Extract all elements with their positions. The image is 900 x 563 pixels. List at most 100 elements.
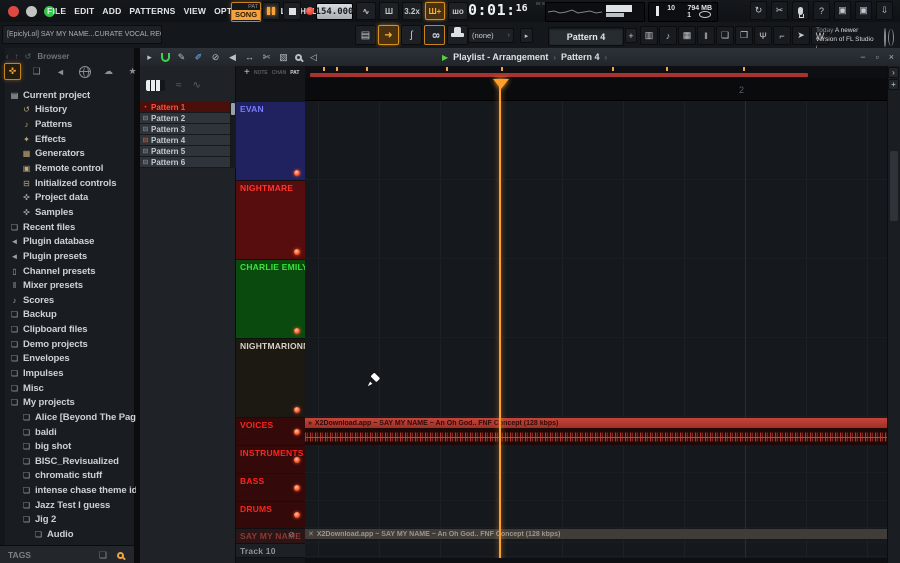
mute-tool-icon[interactable]: ◀ [227, 52, 238, 63]
piano-roll-icon[interactable]: ♪ [659, 26, 677, 45]
magnet-snap-icon[interactable] [161, 52, 170, 62]
tab-sounds[interactable]: ◄ [52, 63, 69, 80]
menu-item[interactable]: FILE [47, 6, 66, 16]
track-status-dot[interactable] [294, 512, 300, 518]
browser-item[interactable]: ❏ Demo projects [5, 337, 136, 352]
delete-tool-icon[interactable]: ⊘ [210, 52, 221, 63]
cpu-panel[interactable]: 10 794 MB 1 [648, 2, 718, 22]
playlist-track-header[interactable]: EVAN [236, 102, 305, 181]
browser-item[interactable]: ❏ intense chase theme idk [5, 483, 136, 498]
wait-input-icon[interactable]: Ш [379, 2, 399, 20]
paint-tool-icon[interactable]: ✐ [193, 52, 204, 63]
playlist-grid[interactable] [305, 101, 887, 558]
track-status-dot[interactable] [294, 484, 300, 491]
playlist-title[interactable]: Playlist - Arrangement [453, 52, 548, 62]
playlist-lane[interactable] [305, 180, 887, 259]
track-muted-icon[interactable]: ⊘ [288, 530, 295, 539]
pause-button[interactable] [262, 2, 280, 20]
playlist-canvas[interactable]: 2 » X2Download.app ~ SAY MY NAME ~ An Oh… [305, 66, 887, 563]
browser-item[interactable]: ❏ Misc [5, 381, 136, 396]
snap-menu-button[interactable]: ▸ [520, 28, 533, 43]
help-button[interactable]: ? [813, 1, 830, 20]
browser-item[interactable]: ❏ baldi [5, 425, 136, 440]
search-icon[interactable] [117, 551, 124, 559]
folder-icon[interactable]: ❏ [99, 550, 107, 561]
audio-clip-header[interactable]: » X2Download.app ~ SAY MY NAME ~ An Oh G… [305, 418, 887, 428]
tab-plugins[interactable]: ✜ [4, 63, 21, 80]
pat-song-toggle[interactable]: PAT SONG [231, 2, 261, 22]
browser-item[interactable]: ▯ Channel presets [5, 264, 136, 279]
tab-online[interactable] [76, 63, 93, 80]
song-label[interactable]: SONG [232, 10, 260, 20]
scroll-right-button[interactable]: › [888, 67, 899, 78]
audio-mode-icon[interactable]: ≈ [176, 80, 182, 91]
browser-item[interactable]: ♪ Patterns [5, 117, 136, 132]
track-status-dot[interactable] [294, 328, 300, 334]
playlist-lane[interactable] [305, 501, 887, 528]
save-as-button[interactable]: ▣ [855, 1, 872, 20]
browser-item[interactable]: ❏ Recent files [5, 220, 136, 235]
step-sequencer-button[interactable]: ▤ [355, 25, 376, 45]
playlist-track-header[interactable]: NIGHTMARE [236, 181, 305, 260]
mini-tab-note[interactable]: NOTE [254, 70, 268, 76]
playlist-track-header[interactable]: DRUMS ··· [236, 502, 305, 529]
browser-item[interactable]: ▣ Remote control [5, 161, 136, 176]
playlist-track-header[interactable]: VOICES ··· [236, 418, 305, 446]
playlist-track-header[interactable]: BASS ··· [236, 474, 305, 502]
channel-rack-icon[interactable]: ▦ [678, 26, 696, 45]
browser-item[interactable]: ❏ Envelopes [5, 352, 136, 367]
arrow-tool-button[interactable]: ➜ [378, 25, 399, 45]
playlist-lane[interactable] [305, 259, 887, 338]
browser-item[interactable]: ❏ Jazz Test I guess [5, 498, 136, 513]
playlist-lane[interactable] [305, 473, 887, 501]
browser-item[interactable]: ❏ Jig 2 [5, 513, 136, 528]
globe-icon[interactable] [884, 28, 886, 47]
audio-clip-waveform-area[interactable] [305, 428, 887, 445]
zoom-add-button[interactable]: + [888, 79, 899, 90]
mini-tab-pat[interactable]: PAT [290, 70, 299, 76]
tab-cloud[interactable]: ☁ [100, 63, 117, 80]
performance-mode-icon[interactable]: ⌐ [773, 26, 791, 45]
browser-item[interactable]: ▤ Current project [5, 88, 136, 103]
playlist-track-header[interactable]: NIGHTMARIONNE [236, 339, 315, 418]
zoom-tool-icon[interactable] [295, 53, 302, 61]
playlist-title-bar[interactable]: ▸ ✎ ✐ ⊘ ◀ ↔ ✄ ▧ ◁ ▶ Playlist - Arrangeme… [140, 48, 900, 67]
browser-item[interactable]: ❏ Clipboard files [5, 322, 136, 337]
metronome-icon[interactable]: ∿ [356, 2, 376, 20]
browser-item[interactable]: ♪ Scores [5, 293, 136, 308]
toolbox-icon[interactable]: ▥ [640, 26, 658, 45]
plugin-picker-icon[interactable]: Ψ [754, 26, 772, 45]
playback-tool-icon[interactable]: ◁ [308, 52, 319, 63]
sync-button[interactable]: ↻ [750, 1, 767, 20]
vertical-scroll-thumb[interactable] [890, 151, 898, 221]
pattern-row[interactable]: ⊟ Pattern 4 [140, 135, 230, 146]
track-status-dot[interactable] [294, 407, 300, 413]
browser-item[interactable]: ❏ Audio [5, 527, 136, 542]
browser-item[interactable]: ◄ Plugin presets [5, 249, 136, 264]
playlist-lane[interactable] [305, 101, 887, 180]
pattern-row[interactable]: • Pattern 1 [140, 102, 230, 113]
muted-clip-header[interactable]: ✕ X2Download.app ~ SAY MY NAME ~ An Oh G… [305, 529, 887, 539]
update-notification[interactable]: Today A newer version of FL Studio i... [816, 26, 882, 52]
muted-audio-clip[interactable]: ✕ X2Download.app ~ SAY MY NAME ~ An Oh G… [305, 529, 887, 541]
slice-tool-icon[interactable]: ✄ [261, 52, 272, 63]
oscilloscope-panel[interactable] [545, 2, 645, 22]
pattern-selector[interactable]: Pattern 4 [548, 27, 624, 46]
playlist-vertical-scrollbar[interactable]: › + [887, 66, 900, 563]
playlist-track-header[interactable]: INSTRUMENTS ··· [236, 446, 305, 474]
playhead-marker[interactable] [493, 79, 509, 89]
back-icon[interactable]: ‹ [6, 52, 9, 61]
browser-item[interactable]: ⊟ Initialized controls [5, 176, 136, 191]
playlist-lane[interactable] [305, 338, 887, 417]
export-button[interactable]: ⇩ [876, 1, 893, 20]
pattern-list-scroll-thumb[interactable] [231, 103, 235, 115]
close-window-button[interactable] [8, 6, 19, 17]
browser-panel-icon[interactable]: ❏ [716, 26, 734, 45]
browser-item[interactable]: ✦ Effects [5, 132, 136, 147]
tool-switch-button[interactable]: ✂ [771, 1, 788, 20]
browser-item[interactable]: ❏ BISC_Revisualized [5, 454, 136, 469]
record-audio-button[interactable] [792, 1, 809, 20]
track-status-dot[interactable] [294, 170, 300, 176]
playlist-track-header[interactable]: Track 10 [236, 544, 305, 558]
playlist-track-header[interactable]: SAY MY NAME ⊘ [236, 529, 305, 544]
